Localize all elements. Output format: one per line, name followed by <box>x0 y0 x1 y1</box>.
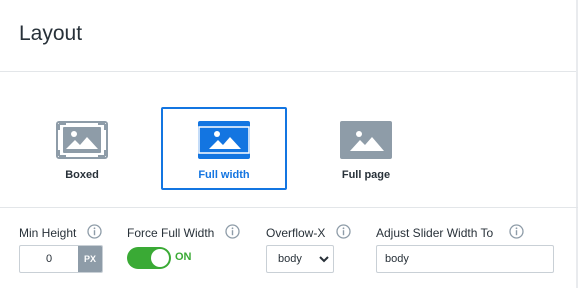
layout-option-boxed[interactable]: Boxed <box>19 107 145 190</box>
adjust-slider-width-input[interactable]: body <box>376 245 554 273</box>
info-icon[interactable] <box>225 224 240 239</box>
layout-option-label: Full width <box>198 169 250 181</box>
section-divider <box>0 207 578 208</box>
min-height-label: Min Height <box>19 226 77 240</box>
min-height-input[interactable]: 0 PX <box>19 245 103 273</box>
chevron-down-icon <box>319 256 329 263</box>
boxed-layout-icon <box>56 121 108 159</box>
panel-header: Layout <box>0 0 578 72</box>
toggle-state-label: ON <box>175 251 192 263</box>
layout-option-label: Boxed <box>65 169 99 181</box>
overflow-x-label: Overflow-X <box>266 226 326 240</box>
panel-title: Layout <box>19 22 83 45</box>
min-height-value[interactable]: 0 <box>20 246 78 272</box>
info-icon[interactable] <box>336 224 351 239</box>
layout-option-full-page[interactable]: Full page <box>303 107 429 190</box>
full-width-layout-icon <box>198 121 250 159</box>
toggle-knob <box>151 249 169 267</box>
force-full-width-label: Force Full Width <box>127 226 215 240</box>
overflow-x-value: body <box>278 253 302 265</box>
layout-option-label: Full page <box>341 169 391 181</box>
force-full-width-toggle[interactable] <box>127 247 171 269</box>
layout-option-full-width[interactable]: Full width <box>161 107 287 190</box>
adjust-slider-width-label: Adjust Slider Width To <box>376 226 494 240</box>
full-page-layout-icon <box>340 121 392 159</box>
min-height-unit: PX <box>78 246 102 272</box>
overflow-x-select[interactable]: body <box>266 245 334 273</box>
info-icon[interactable] <box>509 224 524 239</box>
info-icon[interactable] <box>87 224 102 239</box>
